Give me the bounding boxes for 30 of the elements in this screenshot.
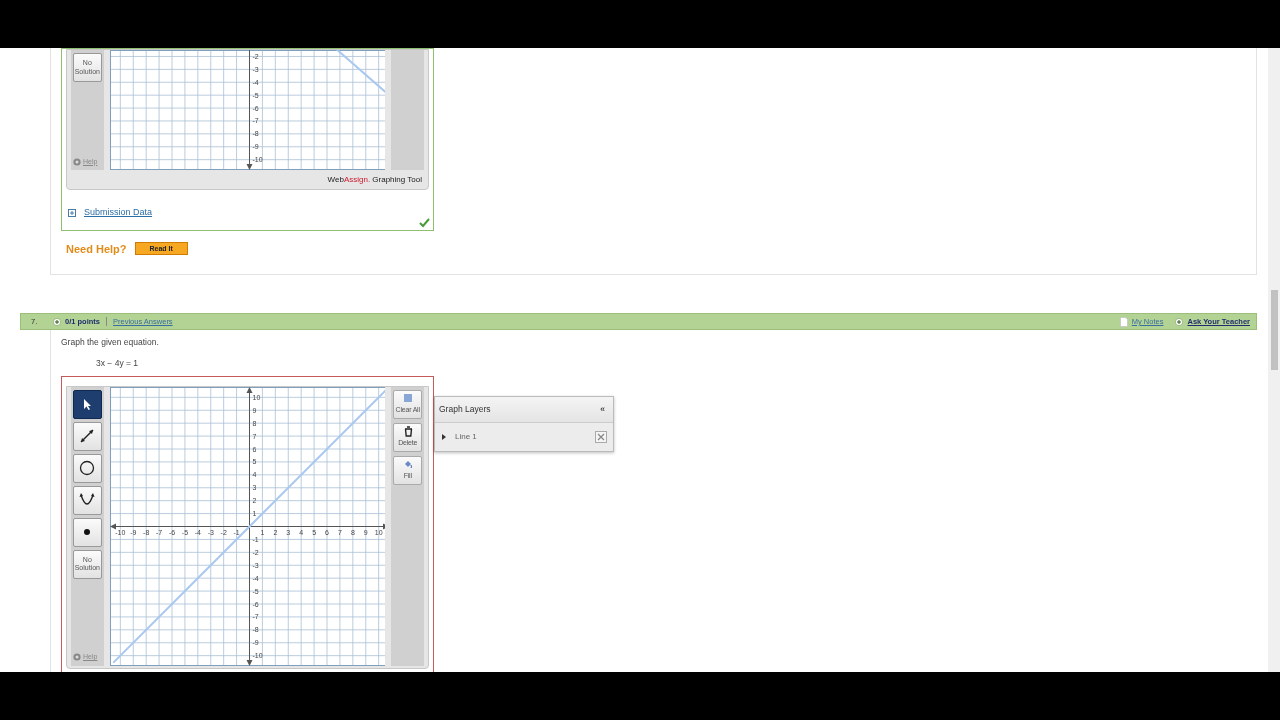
- brand-logo: WebAssign. Graphing Tool: [326, 174, 423, 186]
- submission-data-link[interactable]: Submission Data: [84, 206, 153, 220]
- line-tool-button[interactable]: [72, 421, 102, 451]
- plus-icon: [53, 317, 61, 326]
- scrollbar-thumb[interactable]: [1270, 290, 1278, 370]
- question-prompt: Graph the given equation.: [61, 336, 160, 349]
- delete-layer-button[interactable]: [595, 430, 607, 443]
- note-icon: [1119, 316, 1128, 327]
- dot-icon: [84, 529, 91, 535]
- collapse-button[interactable]: «: [600, 402, 605, 416]
- square-icon: [402, 392, 413, 404]
- select-tool-button[interactable]: [72, 389, 102, 419]
- layer-row[interactable]: Line 1: [435, 422, 613, 451]
- layer-label: Line 1: [455, 430, 477, 443]
- help-icon: [73, 653, 81, 662]
- pointer-icon: [83, 398, 91, 410]
- point-tool-button[interactable]: [72, 517, 102, 547]
- help-icon: [73, 157, 81, 166]
- need-help-label: Need Help?: [66, 241, 127, 257]
- close-icon: [597, 432, 605, 441]
- scrollbar[interactable]: [1268, 48, 1280, 672]
- plus-icon: [1175, 317, 1184, 326]
- checkmark-icon: [419, 217, 430, 228]
- circle-tool-button[interactable]: [72, 453, 102, 483]
- circle-icon: [78, 459, 97, 477]
- expand-icon: [68, 208, 76, 217]
- parabola-tool-button[interactable]: [72, 485, 102, 515]
- trash-icon: [402, 425, 413, 437]
- panel-title: Graph Layers: [439, 402, 491, 416]
- equation: 3x − 4y = 1: [95, 356, 140, 370]
